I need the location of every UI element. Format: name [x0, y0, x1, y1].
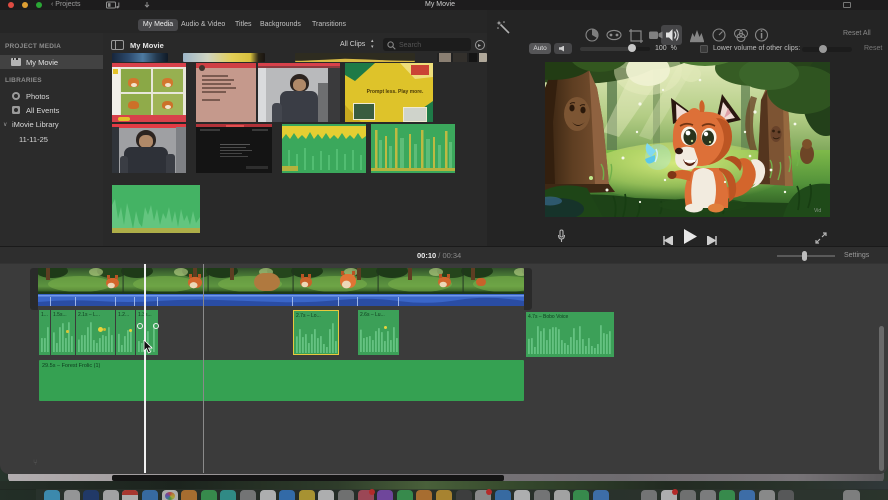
- svg-text:Vid: Vid: [814, 208, 821, 214]
